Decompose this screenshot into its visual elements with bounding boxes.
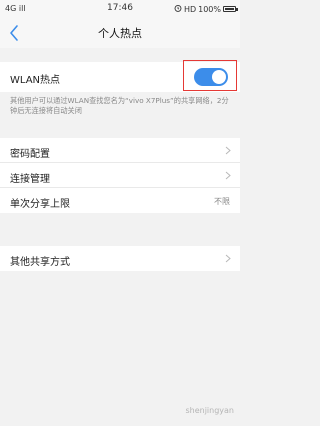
battery-icon	[223, 6, 238, 12]
other-share-methods-row[interactable]: 其他共享方式	[0, 246, 240, 271]
status-bar: 4G ill 17:46 HD 100%	[0, 0, 240, 18]
page-title: 个人热点	[98, 27, 142, 40]
share-limit-label: 单次分享上限	[10, 199, 70, 210]
watermark: shenjingyan	[185, 406, 234, 415]
wlan-hotspot-label: WLAN热点	[10, 75, 61, 86]
watermark-text: shenjingyan	[185, 406, 234, 415]
chevron-right-icon	[225, 171, 231, 180]
chevron-right-icon	[225, 254, 231, 263]
status-right: HD 100%	[174, 4, 238, 14]
settings-group: 密码配置 连接管理 单次分享上限 不限	[0, 138, 240, 213]
toggle-knob	[212, 70, 226, 84]
chevron-right-icon	[225, 146, 231, 155]
wlan-hint-text: 其他用户可以通过WLAN查找您名为“vivo X7Plus”的共享网络，2分钟后…	[10, 96, 229, 115]
password-config-row[interactable]: 密码配置	[0, 138, 240, 163]
nav-bar: 个人热点	[0, 18, 240, 48]
share-limit-row[interactable]: 单次分享上限 不限	[0, 188, 240, 213]
wlan-hotspot-toggle[interactable]	[194, 68, 228, 86]
other-settings-group: 其他共享方式	[0, 246, 240, 271]
connection-management-row[interactable]: 连接管理	[0, 163, 240, 188]
password-config-label: 密码配置	[10, 149, 50, 160]
hd-label: HD	[183, 4, 197, 14]
share-limit-value: 不限	[214, 197, 230, 206]
connection-management-label: 连接管理	[10, 174, 50, 185]
alarm-icon	[174, 4, 182, 14]
battery-percent: 100%	[198, 4, 221, 14]
other-share-methods-label: 其他共享方式	[10, 257, 70, 268]
